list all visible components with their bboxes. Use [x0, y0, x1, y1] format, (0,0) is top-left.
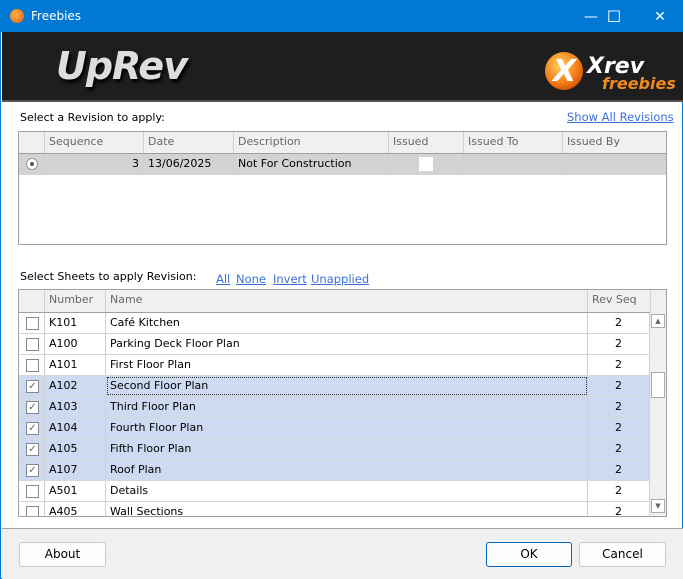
sheet-row[interactable]: ✓ A103 Third Floor Plan 2: [19, 397, 650, 418]
col-rev-seq[interactable]: Rev Seq: [588, 290, 651, 312]
uprev-logo: UpRev: [56, 44, 188, 88]
sheet-row[interactable]: K101 Café Kitchen 2: [19, 313, 650, 334]
col-description[interactable]: Description: [234, 132, 389, 153]
scroll-up-icon[interactable]: ▲: [651, 314, 665, 328]
freebies-logo-text: freebies: [602, 74, 676, 93]
revision-sequence: 3: [45, 154, 144, 174]
col-name[interactable]: Name: [106, 290, 588, 312]
cancel-button[interactable]: Cancel: [579, 542, 666, 567]
sheet-rev-seq: 2: [588, 439, 650, 459]
sheet-name: Details: [106, 481, 588, 501]
sheet-row[interactable]: ✓ A105 Fifth Floor Plan 2: [19, 439, 650, 460]
select-all-link[interactable]: All: [216, 272, 230, 286]
revision-issued-by: [563, 154, 666, 174]
sheets-label: Select Sheets to apply Revision:: [20, 270, 197, 283]
scroll-down-icon[interactable]: ▼: [651, 499, 665, 513]
col-issued-to[interactable]: Issued To: [464, 132, 563, 153]
revision-grid-header: Sequence Date Description Issued Issued …: [19, 132, 666, 154]
sheets-grid[interactable]: Number Name Rev Seq K101 Café Kitchen 2 …: [18, 289, 667, 517]
sheet-name: Roof Plan: [106, 460, 588, 480]
invert-selection-link[interactable]: Invert: [273, 272, 307, 286]
sheet-name: Second Floor Plan: [106, 376, 588, 396]
sheet-name: Parking Deck Floor Plan: [106, 334, 588, 354]
col-number[interactable]: Number: [45, 290, 106, 312]
sheet-checkbox[interactable]: ✓: [26, 380, 39, 393]
sheet-rev-seq: 2: [588, 418, 650, 438]
sheet-checkbox[interactable]: [26, 359, 39, 372]
xrev-logo-icon: [545, 52, 583, 90]
sheet-row[interactable]: A501 Details 2: [19, 481, 650, 502]
sheet-rev-seq: 2: [588, 397, 650, 417]
sheets-grid-header: Number Name Rev Seq: [19, 290, 666, 313]
sheet-number: A100: [45, 334, 106, 354]
select-unapplied-link[interactable]: Unapplied: [311, 272, 369, 286]
sheet-checkbox[interactable]: [26, 506, 39, 516]
sheet-name: First Floor Plan: [106, 355, 588, 375]
sheet-rev-seq: 2: [588, 334, 650, 354]
revision-row[interactable]: 3 13/06/2025 Not For Construction: [19, 154, 666, 175]
sheet-row[interactable]: ✓ A102 Second Floor Plan 2: [19, 376, 650, 397]
title-bar: Freebies — ☐ ✕: [1, 1, 683, 32]
about-button[interactable]: About: [19, 542, 106, 567]
sheet-rev-seq: 2: [588, 313, 650, 333]
close-button[interactable]: ✕: [637, 1, 683, 32]
sheet-checkbox[interactable]: [26, 317, 39, 330]
sheet-row[interactable]: A101 First Floor Plan 2: [19, 355, 650, 376]
sheet-name: Fifth Floor Plan: [106, 439, 588, 459]
sheet-rev-seq: 2: [588, 355, 650, 375]
sheet-rev-seq: 2: [588, 376, 650, 396]
revision-label: Select a Revision to apply:: [20, 111, 165, 124]
sheet-checkbox[interactable]: [26, 485, 39, 498]
banner: UpRev Xrev freebies: [2, 32, 683, 102]
sheet-checkbox[interactable]: ✓: [26, 443, 39, 456]
vertical-scrollbar[interactable]: ▲ ▼: [650, 312, 666, 516]
sheet-row[interactable]: A100 Parking Deck Floor Plan 2: [19, 334, 650, 355]
sheet-rev-seq: 2: [588, 481, 650, 501]
col-date[interactable]: Date: [144, 132, 234, 153]
ok-button[interactable]: OK: [486, 542, 572, 567]
sheet-number: K101: [45, 313, 106, 333]
sheet-rev-seq: 2: [588, 460, 650, 480]
select-none-link[interactable]: None: [236, 272, 266, 286]
sheet-number: A104: [45, 418, 106, 438]
sheet-checkbox[interactable]: ✓: [26, 401, 39, 414]
revision-grid[interactable]: Sequence Date Description Issued Issued …: [18, 131, 667, 245]
sheet-row[interactable]: ✓ A107 Roof Plan 2: [19, 460, 650, 481]
col-issued[interactable]: Issued: [389, 132, 464, 153]
revision-issued-to: [464, 154, 563, 174]
sheet-name: Café Kitchen: [106, 313, 588, 333]
dialog-window: Freebies — ☐ ✕ UpRev Xrev freebies Selec…: [0, 0, 683, 579]
issued-checkbox[interactable]: [419, 157, 433, 171]
window-title: Freebies: [31, 9, 82, 23]
scrollbar-thumb[interactable]: [651, 372, 665, 398]
revision-date: 13/06/2025: [144, 154, 234, 174]
sheet-name: Fourth Floor Plan: [106, 418, 588, 438]
sheet-rev-seq: 2: [588, 502, 650, 516]
sheet-name: Third Floor Plan: [106, 397, 588, 417]
sheet-number: A501: [45, 481, 106, 501]
sheet-number: A405: [45, 502, 106, 516]
show-all-revisions-link[interactable]: Show All Revisions: [567, 110, 674, 124]
sheet-name: Wall Sections: [106, 502, 588, 516]
sheet-row[interactable]: ✓ A104 Fourth Floor Plan 2: [19, 418, 650, 439]
app-icon: [10, 9, 24, 23]
sheet-number: A102: [45, 376, 106, 396]
sheet-checkbox[interactable]: [26, 338, 39, 351]
sheet-number: A107: [45, 460, 106, 480]
sheet-number: A105: [45, 439, 106, 459]
sheet-checkbox[interactable]: ✓: [26, 422, 39, 435]
col-sequence[interactable]: Sequence: [45, 132, 144, 153]
maximize-button[interactable]: ☐: [591, 1, 637, 32]
sheet-number: A101: [45, 355, 106, 375]
revision-radio[interactable]: [26, 158, 38, 170]
revision-description: Not For Construction: [234, 154, 389, 174]
col-issued-by[interactable]: Issued By: [563, 132, 666, 153]
sheet-number: A103: [45, 397, 106, 417]
sheet-row[interactable]: A405 Wall Sections 2: [19, 502, 650, 516]
sheet-checkbox[interactable]: ✓: [26, 464, 39, 477]
